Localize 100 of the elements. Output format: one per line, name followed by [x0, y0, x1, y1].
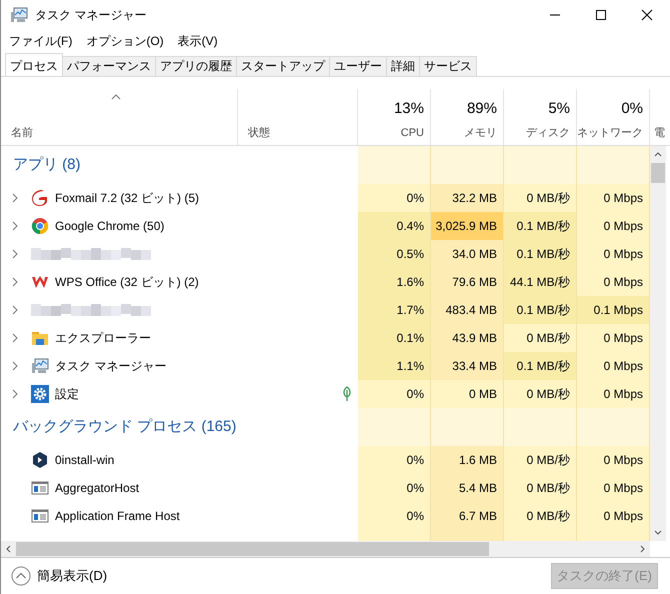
table-cell: 0.4% [358, 212, 431, 240]
process-name: Foxmail 7.2 (32 ビット) (5) [55, 190, 200, 207]
chrome-icon [31, 217, 49, 235]
chevron-icon[interactable] [12, 305, 18, 315]
scroll-thumb[interactable] [16, 542, 489, 556]
chevron-icon[interactable] [12, 333, 18, 343]
horizontal-scrollbar[interactable] [1, 541, 650, 557]
table-cell: 0.1 MB/秒 [504, 352, 577, 380]
column-label: メモリ [464, 126, 497, 140]
table-cell: 33.4 MB [431, 352, 504, 380]
process-name: Google Chrome (50) [55, 218, 164, 235]
chevron-icon[interactable] [12, 221, 18, 231]
table-cell: 0.1% [358, 324, 431, 352]
tab[interactable]: スタートアップ [236, 56, 330, 76]
table-cell: 0 Mbps [577, 268, 650, 296]
table-cell: 0 Mbps [577, 184, 650, 212]
table-cell: 0 Mbps [577, 212, 650, 240]
column-header[interactable]: 状態 [238, 89, 358, 145]
table-cell: 0% [358, 446, 431, 474]
table-cell: 1.7% [358, 296, 431, 324]
tab[interactable]: アプリの履歴 [155, 56, 237, 76]
window-icon [31, 479, 49, 497]
tab[interactable]: 詳細 [386, 56, 420, 76]
column-header[interactable]: 名前 [1, 89, 238, 145]
table-cell: 1.6% [358, 268, 431, 296]
window-icon [31, 507, 49, 525]
table-cell: 0 MB/秒 [504, 502, 577, 530]
column-header[interactable]: 13% CPU [358, 89, 431, 145]
process-name: Application Frame Host [55, 508, 180, 525]
menu-item[interactable]: 表示(V) [178, 32, 218, 50]
gear-icon [31, 385, 49, 403]
monitor-icon [9, 6, 29, 24]
table-cell: 0% [358, 380, 431, 408]
table-cell: 0.1 MB/秒 [504, 240, 577, 268]
menu-item[interactable]: ファイル(F) [9, 32, 72, 50]
chevron-icon[interactable] [12, 361, 18, 371]
process-name: AggregatorHost [55, 480, 140, 497]
chevron-icon[interactable] [12, 193, 18, 203]
table-cell: 44.1 MB/秒 [504, 268, 577, 296]
table-cell: 0.1 MB/秒 [504, 296, 577, 324]
column-label: CPU [400, 126, 424, 140]
table-cell: 0 MB/秒 [504, 324, 577, 352]
tab[interactable]: パフォーマンス [62, 56, 156, 76]
menu-item[interactable]: オプション(O) [86, 32, 164, 50]
column-total: 89% [466, 99, 497, 119]
column-label: 電 [654, 126, 665, 140]
table-cell: 5.4 MB [431, 474, 504, 502]
column-label: ネットワーク [577, 126, 643, 140]
column-header[interactable]: 0% ネットワーク [577, 89, 650, 145]
table-cell: 0 Mbps [577, 324, 650, 352]
collapse-toggle[interactable]: 簡易表示(D) [11, 566, 108, 586]
table-cell: 3,025.9 MB [431, 212, 504, 240]
table-cell: 1.1% [358, 352, 431, 380]
table-cell: 0 Mbps [577, 474, 650, 502]
table-cell: 0 Mbps [577, 352, 650, 380]
monitor-icon [31, 357, 49, 375]
table-cell: 0 Mbps [577, 380, 650, 408]
table-cell: 0.1 MB/秒 [504, 212, 577, 240]
process-name: WPS Office (32 ビット) (2) [55, 274, 199, 291]
column-header[interactable]: 5% ディスク [504, 89, 577, 145]
g-logo-icon [31, 189, 49, 207]
column-label: 名前 [11, 126, 33, 140]
chevron-icon[interactable] [12, 277, 18, 287]
column-total: 5% [548, 99, 570, 119]
table-cell: 1.6 MB [431, 446, 504, 474]
table-cell: 0 MB/秒 [504, 380, 577, 408]
chevron-icon[interactable] [12, 249, 18, 259]
vertical-scrollbar[interactable] [650, 146, 666, 541]
scroll-thumb[interactable] [651, 163, 665, 183]
table-cell: 79.6 MB [431, 268, 504, 296]
table-cell: 0 MB/秒 [504, 446, 577, 474]
table-cell: 0 MB/秒 [504, 474, 577, 502]
table-cell: 0 MB [431, 380, 504, 408]
table-cell: 0.1 Mbps [577, 296, 650, 324]
column-header[interactable]: 電 [650, 89, 670, 145]
column-header[interactable]: 89% メモリ [431, 89, 504, 145]
window-title: タスク マネージャー [35, 7, 148, 24]
column-label: ディスク [526, 126, 570, 140]
process-name: タスク マネージャー [55, 358, 166, 375]
folder-icon [31, 329, 49, 347]
up-chevron-icon [11, 566, 31, 586]
chevron-icon[interactable] [12, 389, 18, 399]
tab[interactable]: ユーザー [329, 56, 387, 76]
group-heading: アプリ (8) [12, 154, 82, 175]
table-cell: 0 Mbps [577, 446, 650, 474]
process-name: エクスプローラー [55, 330, 151, 347]
tab[interactable]: サービス [419, 56, 477, 76]
table-cell: 0% [358, 184, 431, 212]
group-heading: バックグラウンド プロセス (165) [12, 416, 238, 437]
table-cell: 6.7 MB [431, 502, 504, 530]
process-name: 設定 [55, 386, 79, 403]
table-cell: 483.4 MB [431, 296, 504, 324]
column-total: 0% [621, 99, 643, 119]
close-icon [641, 9, 653, 21]
tab[interactable]: プロセス [5, 53, 63, 76]
table-cell: 0 Mbps [577, 502, 650, 530]
table-cell: 0 Mbps [577, 240, 650, 268]
column-label: 状態 [248, 126, 270, 140]
process-name: 0install-win [55, 452, 114, 469]
maximize-icon [595, 9, 607, 21]
